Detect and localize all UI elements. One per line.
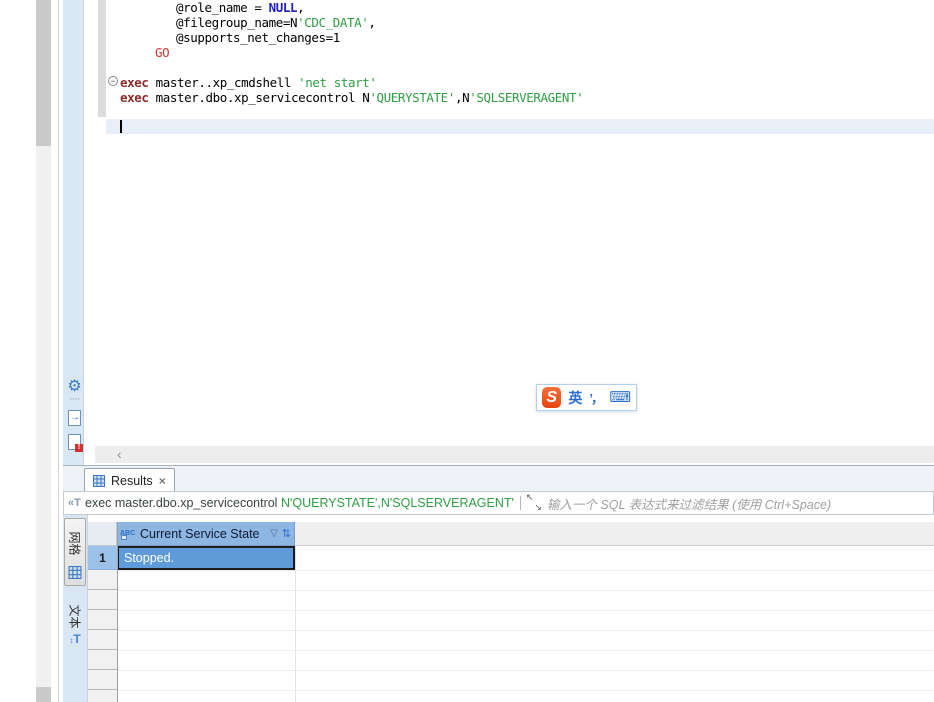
grid-row-line xyxy=(118,590,934,591)
empty-row-number-cell[interactable] xyxy=(88,670,117,690)
arrow-nw-icon: ↖ xyxy=(526,492,534,503)
code-line: @supports_net_changes=1 xyxy=(84,30,934,45)
left-scrollbar-button[interactable] xyxy=(36,687,51,702)
grid-view-label: 网格 xyxy=(67,531,84,555)
grid-row-line xyxy=(118,610,934,611)
script-export-icon[interactable]: → xyxy=(68,410,81,426)
grid-row-line xyxy=(118,690,934,691)
ime-punctuation-icon[interactable]: ’， xyxy=(589,388,602,407)
drag-handle-icon[interactable]: ···· xyxy=(64,394,85,404)
code-area[interactable]: @role_name = NULL,@filegroup_name=N'CDC_… xyxy=(84,0,934,446)
filter-placeholder: 输入一个 SQL 表达式来过滤结果 (使用 Ctrl+Space) xyxy=(547,494,831,513)
divider xyxy=(117,522,118,702)
grid-row-line xyxy=(118,670,934,671)
arrow-right-icon: → xyxy=(70,412,80,424)
tab-text-view[interactable]: 文本 ↕T xyxy=(64,592,86,648)
empty-row-number-cell[interactable] xyxy=(88,650,117,670)
grid-row-line xyxy=(118,570,934,571)
error-badge-icon: ! xyxy=(75,444,83,452)
script-error-icon[interactable]: ! xyxy=(68,434,81,450)
empty-row-number-cell[interactable] xyxy=(88,630,117,650)
results-tab-label: Results xyxy=(111,474,153,488)
left-scrollbar-thumb[interactable] xyxy=(36,0,51,146)
keyboard-icon[interactable]: ⌨ xyxy=(609,390,631,405)
column-header-current-service-state[interactable]: ABC Current Service State ▽ ⇅ xyxy=(117,522,295,546)
empty-row-number-cell[interactable] xyxy=(88,590,117,610)
divider xyxy=(520,496,521,510)
editor-horizontal-scrollbar[interactable]: ‹ xyxy=(95,446,934,463)
sql-editor-window: ⚙ ···· → ! − @role_name = NULL,@filegrou… xyxy=(0,0,934,702)
grid-row-line xyxy=(118,650,934,651)
fold-collapse-icon[interactable]: − xyxy=(108,76,118,86)
empty-row-number-cell[interactable] xyxy=(88,610,117,630)
results-filter-bar[interactable]: «T exec master.dbo.xp_servicecontrol N'Q… xyxy=(63,491,934,515)
text-view-label: 文本 xyxy=(67,604,84,628)
code-line: exec master..xp_cmdshell 'net start' xyxy=(84,75,934,90)
abc-type-icon: ABC xyxy=(120,529,136,538)
grid-header-filler xyxy=(295,522,934,546)
grid-corner-cell[interactable] xyxy=(88,522,117,546)
empty-row-number-cell[interactable] xyxy=(88,690,117,702)
grid-icon xyxy=(93,475,105,487)
text-view-icon: ↕T xyxy=(69,632,80,646)
panel-sash[interactable] xyxy=(58,0,59,702)
expand-filter-icon[interactable]: ↖ ↘ xyxy=(527,496,541,510)
code-line: @role_name = NULL, xyxy=(84,0,934,15)
filter-funnel-icon[interactable]: ▽ xyxy=(270,528,278,539)
divider xyxy=(295,546,296,702)
row-number-cell[interactable]: 1 xyxy=(88,546,117,570)
scroll-left-arrow-icon[interactable]: ‹ xyxy=(117,447,122,462)
sogou-logo-icon[interactable]: S xyxy=(542,387,561,408)
text-caret xyxy=(120,120,122,133)
filter-query-text[interactable]: exec master.dbo.xp_servicecontrol N'QUER… xyxy=(85,496,514,510)
arrow-se-icon: ↘ xyxy=(534,502,542,513)
tab-grid-view[interactable]: 网格 xyxy=(64,518,86,586)
grid-icon xyxy=(69,566,82,579)
code-line: GO xyxy=(84,45,934,60)
code-line: @filegroup_name=N'CDC_DATA', xyxy=(84,15,934,30)
grid-row-line xyxy=(118,630,934,631)
selected-cell-stopped[interactable]: Stopped. xyxy=(117,546,295,570)
column-title: Current Service State xyxy=(140,527,266,541)
code-line xyxy=(84,60,934,75)
lock-icon xyxy=(121,535,127,540)
sort-arrows-icon[interactable]: ⇅ xyxy=(282,527,291,540)
sogou-ime-toolbar[interactable]: S 英 ’， ⌨ xyxy=(536,384,637,411)
empty-row-number-cell[interactable] xyxy=(88,570,117,590)
results-tab-bar: Results × xyxy=(63,465,934,491)
close-icon[interactable]: × xyxy=(159,474,166,488)
filter-expression-icon: «T xyxy=(68,497,85,509)
tab-results[interactable]: Results × xyxy=(84,468,175,492)
ime-language-mode[interactable]: 英 xyxy=(568,388,582,408)
code-line: exec master.dbo.xp_servicecontrol N'QUER… xyxy=(84,90,934,105)
